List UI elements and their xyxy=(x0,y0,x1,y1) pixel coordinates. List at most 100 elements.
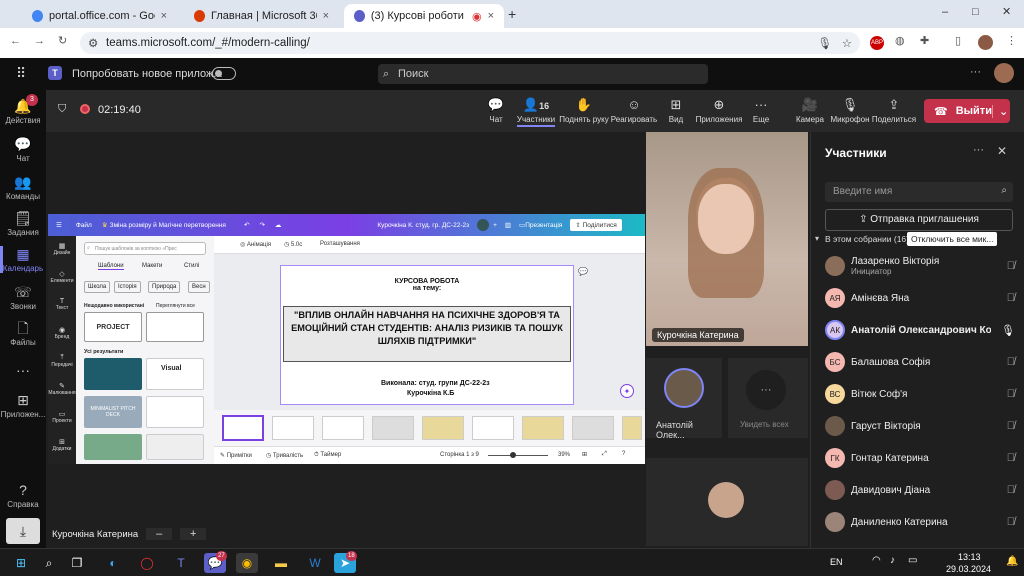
clock-time[interactable]: 13:13 xyxy=(958,552,981,562)
star-icon[interactable]: ☆ xyxy=(842,36,852,50)
help-icon[interactable]: ? xyxy=(622,451,625,457)
leave-button[interactable]: ☎ Выйти ⌄ xyxy=(924,99,1010,123)
rail-item-apps[interactable]: ⊞ Приложен... xyxy=(0,392,46,419)
sidebar-projects[interactable]: ▭ Проекти xyxy=(48,410,76,424)
sidebar-icon[interactable]: ▯ xyxy=(955,34,961,47)
minimize-button[interactable]: – xyxy=(942,6,948,18)
close-icon[interactable]: × xyxy=(488,10,494,22)
position-button[interactable]: Розташування xyxy=(320,241,360,247)
participant-row[interactable]: АК Анатолій Олександрович Ко... 🎙 xyxy=(825,318,1015,342)
slide-thumb[interactable] xyxy=(522,416,564,440)
slide-thumb[interactable] xyxy=(322,416,364,440)
slide-thumb[interactable] xyxy=(272,416,314,440)
participant-row[interactable]: Лазаренко Вікторія Инициатор 🎙̸ xyxy=(825,254,1015,278)
abp-icon[interactable]: ABP xyxy=(870,36,884,50)
zoom-out-button[interactable]: – xyxy=(146,528,173,540)
slide-thumb[interactable] xyxy=(472,416,514,440)
rail-item-teams[interactable]: 👥 Команды xyxy=(0,174,46,201)
kebab-menu-icon[interactable]: ⋮ xyxy=(1006,34,1017,47)
chip-school[interactable]: Школа xyxy=(84,281,111,293)
sidebar-text[interactable]: T Текст xyxy=(48,298,76,311)
comment-icon[interactable]: 💬 xyxy=(578,267,588,276)
sidebar-draw[interactable]: ✎ Малювання xyxy=(48,382,76,396)
tab-layouts[interactable]: Макети xyxy=(142,263,162,269)
zoom-slider[interactable] xyxy=(488,455,548,456)
participant-row[interactable]: АЯ Амінєва Яна 🎙̸ xyxy=(825,286,1015,310)
fullscreen-icon[interactable]: ⤢ xyxy=(602,451,607,458)
chip-spring[interactable]: Весн xyxy=(188,281,210,293)
browser-tab-teams[interactable]: (3) Курсові роботи (захист ◉ × xyxy=(344,4,504,28)
close-window-button[interactable]: ✕ xyxy=(1002,5,1011,18)
task-view-icon[interactable]: ❐ xyxy=(66,553,88,573)
tab-styles[interactable]: Стилі xyxy=(184,263,199,269)
close-icon[interactable]: × xyxy=(323,10,329,22)
template-thumb[interactable] xyxy=(146,312,204,342)
participant-row[interactable]: Давидович Діана 🎙̸ xyxy=(825,478,1015,502)
volume-icon[interactable]: ♪ xyxy=(890,555,895,566)
sidebar-uploads[interactable]: ⤒ Передачі xyxy=(48,354,76,368)
chevron-down-icon[interactable]: ⌄ xyxy=(991,104,1008,118)
reload-icon[interactable]: ↻ xyxy=(58,34,67,47)
rail-item-calendar[interactable]: ▦ Календарь xyxy=(0,246,46,273)
template-thumb[interactable] xyxy=(84,358,142,390)
language-indicator[interactable]: EN xyxy=(830,557,843,567)
telegram-icon[interactable]: ➤ 18 xyxy=(334,551,357,573)
tab-templates[interactable]: Шаблони xyxy=(98,263,124,270)
sidebar-design[interactable]: ▦ Дизайн xyxy=(48,242,76,256)
raise-hand-button[interactable]: ✋ Поднять руку xyxy=(554,97,614,124)
download-icon[interactable]: ⤓ xyxy=(6,518,40,544)
chip-history[interactable]: Історія xyxy=(114,281,141,293)
present-button[interactable]: Презентація xyxy=(525,222,562,229)
cloud-icon[interactable]: ☁ xyxy=(275,221,282,229)
magic-icon[interactable]: ✦ xyxy=(620,384,634,398)
rail-item-help[interactable]: ? Справка xyxy=(0,482,46,509)
zoom-in-button[interactable]: + xyxy=(180,528,207,540)
more-button[interactable]: ··· Еще xyxy=(733,97,789,124)
slide-thumb[interactable] xyxy=(622,416,642,440)
invite-button[interactable]: ⇪ Отправка приглашения xyxy=(825,209,1013,231)
slide-thumb[interactable] xyxy=(572,416,614,440)
share-button[interactable]: ⇪ Поделиться xyxy=(866,97,922,124)
chevron-down-icon[interactable]: ▾ xyxy=(815,234,819,243)
sidebar-elements[interactable]: ◇ Елементи xyxy=(48,270,76,284)
mic-icon[interactable]: 🎙 xyxy=(817,36,832,50)
participant-row[interactable]: Даниленко Катерина 🎙̸ xyxy=(825,510,1015,534)
template-thumb[interactable]: Visual xyxy=(146,358,204,390)
slide-canvas[interactable]: КУРСОВА РОБОТА на тему: "ВПЛИВ ОНЛАЙН НА… xyxy=(280,265,574,405)
duration-toggle[interactable]: ◷ Тривалість xyxy=(266,452,303,459)
chip-nature[interactable]: Природа xyxy=(148,281,181,293)
more-icon[interactable]: ··· xyxy=(973,144,984,156)
participant-tile-anatoliy[interactable]: Анатолій Олек... xyxy=(646,358,722,438)
see-all-link[interactable]: Переглянути все xyxy=(156,303,195,309)
maximize-button[interactable]: □ xyxy=(972,6,979,18)
redo-icon[interactable]: ↷ xyxy=(259,221,264,229)
plus-icon[interactable]: + xyxy=(493,222,497,229)
notifications-icon[interactable]: 🔔 xyxy=(1006,556,1018,567)
template-thumb[interactable] xyxy=(84,434,142,460)
browser-tab-m365[interactable]: Главная | Microsoft 365 × xyxy=(184,4,339,28)
wifi-icon[interactable]: ◠ xyxy=(872,555,881,566)
zoom-slider-handle[interactable] xyxy=(510,452,516,458)
participant-row[interactable]: Гаруст Вікторія 🎙̸ xyxy=(825,414,1015,438)
url-field[interactable]: ⚙ teams.microsoft.com/_#/modern-calling/… xyxy=(80,32,860,54)
search-icon[interactable]: ⌕ xyxy=(38,553,60,573)
teams-icon[interactable]: T xyxy=(170,553,192,573)
teams-chat-icon[interactable]: 💬 27 xyxy=(204,551,227,573)
undo-icon[interactable]: ↶ xyxy=(244,221,249,229)
participant-video-main[interactable]: Курочкіна Катерина xyxy=(646,132,808,346)
participant-row[interactable]: ГК Гонтар Катерина 🎙̸ xyxy=(825,446,1015,470)
opera-icon[interactable]: ◯ xyxy=(136,553,158,573)
chart-icon[interactable]: ▥ xyxy=(505,221,511,229)
participant-row[interactable]: БС Балашова Софія 🎙̸ xyxy=(825,350,1015,374)
forward-icon[interactable]: → xyxy=(34,35,45,47)
new-tab-button[interactable]: + xyxy=(508,6,516,22)
word-icon[interactable]: W xyxy=(304,553,326,573)
app-launcher-icon[interactable]: ⠿ xyxy=(16,65,26,82)
template-thumb[interactable] xyxy=(146,434,204,460)
explorer-icon[interactable]: ▬ xyxy=(270,553,292,573)
clock-date[interactable]: 29.03.2024 xyxy=(946,564,991,574)
rail-item-activity[interactable]: 🔔 3 Действия xyxy=(0,94,46,125)
resize-menu[interactable]: Зміна розміру й Магічне перетворення xyxy=(110,222,226,229)
more-icon[interactable]: ··· xyxy=(970,66,981,78)
back-icon[interactable]: ← xyxy=(10,35,21,47)
